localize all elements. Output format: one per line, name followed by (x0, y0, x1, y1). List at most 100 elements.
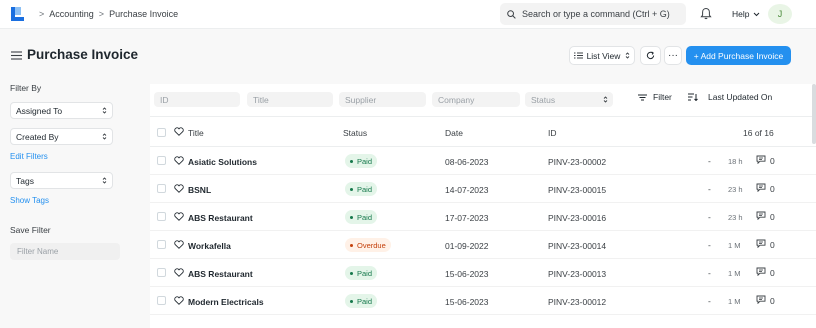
row-id: PINV-23-00013 (548, 269, 607, 279)
sidebar-toggle-icon[interactable] (11, 51, 22, 60)
status-badge: Paid (345, 266, 378, 280)
created-by-select[interactable]: Created By (10, 128, 113, 145)
sort-icon (688, 93, 698, 101)
more-actions-button[interactable]: ··· (664, 46, 682, 65)
table-row[interactable]: ABS Restaurant Paid 15-06-2023 PINV-23-0001… (150, 259, 816, 287)
heart-icon[interactable] (174, 212, 184, 223)
row-assignee: - (708, 212, 711, 222)
status-dot-icon (350, 215, 353, 219)
help-menu[interactable]: Help (732, 9, 760, 19)
filter-name-input[interactable]: Filter Name (10, 243, 120, 260)
supplier-filter-input[interactable]: Supplier (339, 92, 426, 107)
row-checkbox[interactable] (157, 268, 166, 277)
row-assignee: - (708, 240, 711, 250)
heart-icon[interactable] (174, 240, 184, 251)
row-checkbox[interactable] (157, 296, 166, 305)
status-filter-label: Status (531, 94, 556, 105)
list-view-label: List View (586, 50, 621, 61)
row-title[interactable]: BSNL (188, 185, 211, 195)
comment-count[interactable]: 0 (756, 295, 775, 306)
table-row[interactable]: Modern Electricals Paid 15-06-2023 PINV-23-… (150, 287, 816, 315)
app-logo-icon[interactable] (9, 6, 26, 23)
table-row[interactable]: Workafella Overdue 01-09-2022 PINV-23-00014… (150, 231, 816, 259)
row-title[interactable]: Modern Electricals (188, 297, 264, 307)
heart-icon[interactable] (174, 184, 184, 195)
comment-icon (756, 295, 770, 306)
filter-icon (638, 94, 647, 100)
comment-icon (756, 211, 770, 222)
filter-button[interactable]: Filter (638, 92, 672, 102)
select-all-checkbox[interactable] (157, 128, 166, 137)
breadcrumb: > Accounting > Purchase Invoice (34, 9, 178, 19)
comment-count[interactable]: 0 (756, 211, 775, 222)
comment-count-value: 0 (770, 211, 775, 222)
help-label: Help (732, 9, 750, 19)
row-modified: 18 h (728, 157, 743, 166)
search-bar[interactable]: Search or type a command (Ctrl + G) (500, 3, 686, 25)
status-label: Paid (357, 156, 373, 166)
row-checkbox[interactable] (157, 156, 166, 165)
row-checkbox[interactable] (157, 240, 166, 249)
table-row[interactable]: ABS Restaurant Paid 17-07-2023 PINV-23-0001… (150, 203, 816, 231)
row-title[interactable]: Asiatic Solutions (188, 157, 257, 167)
row-title[interactable]: ABS Restaurant (188, 269, 253, 279)
status-badge: Paid (345, 210, 378, 224)
row-title[interactable]: ABS Restaurant (188, 213, 253, 223)
comment-count-value: 0 (770, 295, 775, 306)
show-tags-link[interactable]: Show Tags (10, 196, 49, 205)
breadcrumb-accounting[interactable]: Accounting (49, 9, 94, 19)
avatar[interactable]: J (768, 4, 792, 24)
row-assignee: - (708, 184, 711, 194)
row-id: PINV-23-00015 (548, 185, 607, 195)
comment-count[interactable]: 0 (756, 155, 775, 166)
heart-icon[interactable] (174, 296, 184, 307)
status-filter-select[interactable]: Status (525, 92, 613, 107)
column-status: Status (343, 128, 368, 138)
heart-icon[interactable] (174, 156, 184, 167)
assigned-to-select[interactable]: Assigned To (10, 102, 113, 119)
reload-button[interactable] (640, 46, 661, 65)
list-view-button[interactable]: List View (569, 46, 635, 65)
comment-icon (756, 155, 770, 166)
scrollbar[interactable] (812, 84, 816, 144)
notification-bell-icon[interactable] (700, 7, 712, 20)
select-arrows-icon (603, 96, 608, 103)
status-dot-icon (350, 159, 353, 163)
row-date: 15-06-2023 (445, 269, 489, 279)
heart-icon[interactable] (174, 268, 184, 279)
table-row[interactable]: Asiatic Solutions Paid 08-06-2023 PINV-23-0… (150, 147, 816, 175)
navbar: > Accounting > Purchase Invoice Search o… (0, 0, 816, 29)
row-checkbox[interactable] (157, 184, 166, 193)
page-header: Purchase Invoice List View ··· + Add Pur… (0, 29, 816, 73)
comment-count-value: 0 (770, 267, 775, 278)
sidebar: Filter By Assigned To Created By Edit Fi… (0, 73, 140, 328)
status-label: Paid (357, 184, 373, 194)
status-label: Paid (357, 212, 373, 222)
heart-icon[interactable] (174, 127, 184, 136)
comment-count[interactable]: 0 (756, 239, 775, 250)
tags-select[interactable]: Tags (10, 172, 113, 189)
row-checkbox[interactable] (157, 212, 166, 221)
list-header: Title Status Date ID 16 of 16 (150, 117, 816, 147)
row-assignee: - (708, 156, 711, 166)
status-dot-icon (350, 243, 353, 247)
row-assignee: - (708, 296, 711, 306)
comment-icon (756, 267, 770, 278)
edit-filters-link[interactable]: Edit Filters (10, 152, 48, 161)
status-dot-icon (350, 299, 353, 303)
add-purchase-invoice-button[interactable]: + Add Purchase Invoice (686, 46, 791, 65)
column-date: Date (445, 128, 463, 138)
select-arrows-icon (626, 52, 630, 59)
row-title[interactable]: Workafella (188, 241, 231, 251)
column-title: Title (188, 128, 204, 138)
company-filter-input[interactable]: Company (432, 92, 520, 107)
row-modified: 1 M (728, 297, 741, 306)
sort-button[interactable]: Last Updated On (688, 92, 772, 102)
table-row[interactable]: BSNL Paid 14-07-2023 PINV-23-00015 - 23 h 0 (150, 175, 816, 203)
comment-count[interactable]: 0 (756, 267, 775, 278)
standard-filters: ID Title Supplier Company Status Filter … (150, 84, 816, 117)
breadcrumb-purchase-invoice[interactable]: Purchase Invoice (109, 9, 178, 19)
title-filter-input[interactable]: Title (247, 92, 333, 107)
id-filter-input[interactable]: ID (154, 92, 240, 107)
comment-count[interactable]: 0 (756, 183, 775, 194)
